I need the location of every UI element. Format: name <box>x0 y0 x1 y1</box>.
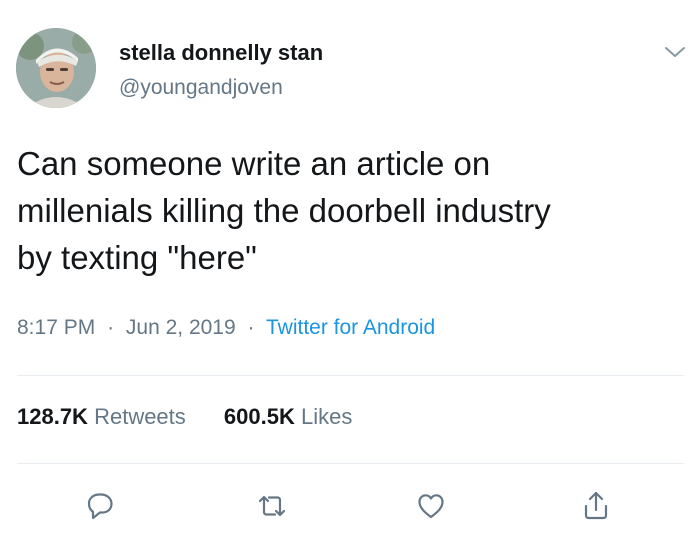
tweet-text: Can someone write an article on millenia… <box>17 140 677 281</box>
tweet-text-line: millenials killing the doorbell industry <box>17 192 551 229</box>
retweets-label: Retweets <box>94 404 186 429</box>
likes-stat[interactable]: 600.5K Likes <box>224 404 352 430</box>
share-icon[interactable] <box>578 488 614 524</box>
tweet-stats: 128.7K Retweets 600.5K Likes <box>17 404 384 430</box>
tweet-card: stella donnelly stan @youngandjoven Can … <box>0 0 700 543</box>
tweet-meta: 8:17 PM · Jun 2, 2019 · Twitter for Andr… <box>17 316 435 340</box>
retweets-count: 128.7K <box>17 404 88 429</box>
tweet-text-line: by texting "here" <box>17 239 257 276</box>
author-handle[interactable]: @youngandjoven <box>119 76 283 100</box>
tweet-date[interactable]: Jun 2, 2019 <box>126 316 236 339</box>
like-icon[interactable] <box>413 488 449 524</box>
tweet-source-link[interactable]: Twitter for Android <box>266 316 435 339</box>
divider <box>17 463 684 464</box>
divider <box>17 375 684 376</box>
meta-separator: · <box>107 316 115 339</box>
author-display-name[interactable]: stella donnelly stan <box>119 40 323 66</box>
chevron-down-icon[interactable] <box>663 40 687 64</box>
retweets-stat[interactable]: 128.7K Retweets <box>17 404 186 430</box>
tweet-time[interactable]: 8:17 PM <box>17 316 95 339</box>
user-photo-icon <box>16 28 96 108</box>
tweet-text-line: Can someone write an article on <box>17 145 491 182</box>
retweet-icon[interactable] <box>254 488 290 524</box>
likes-label: Likes <box>301 404 353 429</box>
avatar[interactable] <box>16 28 96 108</box>
meta-separator: · <box>247 316 255 339</box>
reply-icon[interactable] <box>82 488 118 524</box>
likes-count: 600.5K <box>223 404 295 429</box>
